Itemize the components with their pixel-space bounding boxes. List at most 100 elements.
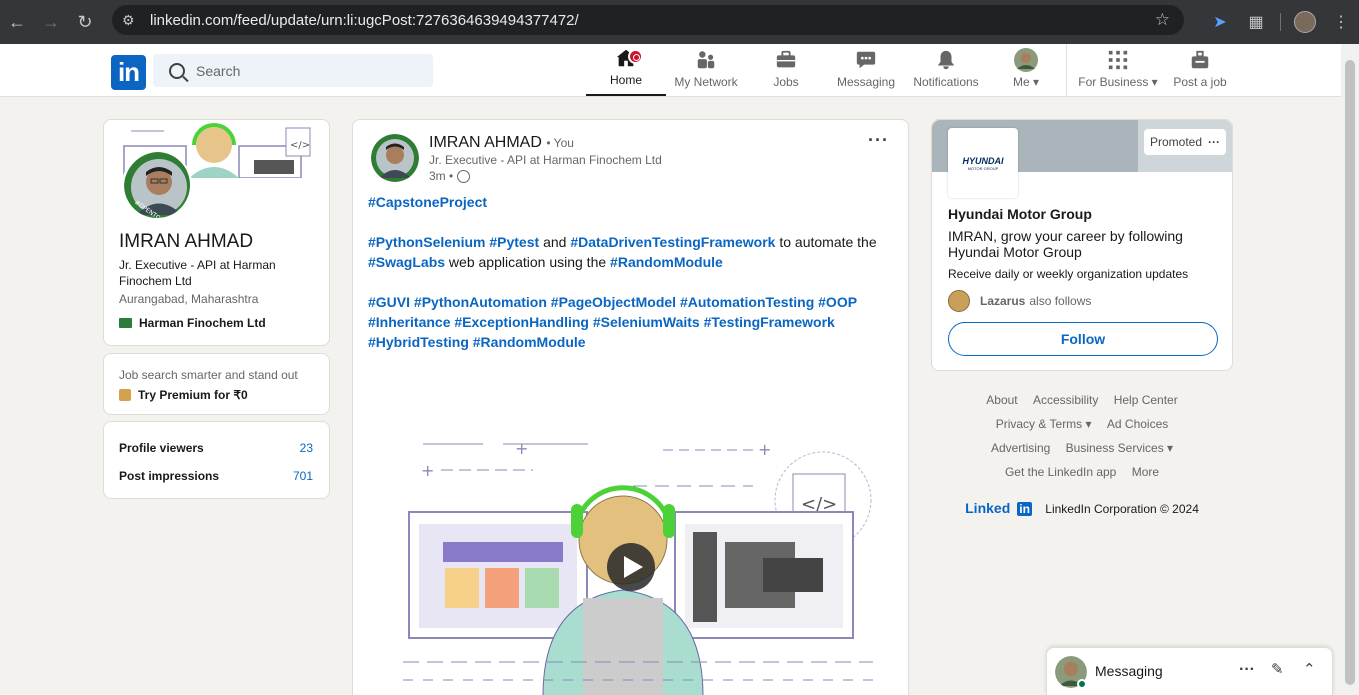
nav-home-label: Home — [609, 73, 642, 87]
ad-subtext: Receive daily or weekly organization upd… — [948, 267, 1189, 281]
address-bar[interactable]: ⚙ linkedin.com/feed/update/urn:li:ugcPos… — [112, 5, 1184, 35]
premium-prompt: Job search smarter and stand out — [119, 368, 298, 382]
reload-icon[interactable]: ↻ — [68, 5, 102, 39]
profile-photo[interactable]: #OPENTOWORK — [122, 150, 192, 220]
profile-company-name: Harman Finochem Ltd — [139, 316, 266, 330]
hashtag[interactable]: #AutomationTesting — [680, 294, 814, 310]
nav-for-business[interactable]: For Business ▾ — [1072, 44, 1164, 96]
nav-home[interactable]: Home — [586, 44, 666, 96]
profile-avatar-icon[interactable] — [1287, 4, 1323, 40]
footer-link[interactable]: Business Services ▾ — [1066, 441, 1173, 455]
hashtag[interactable]: #RandomModule — [473, 334, 586, 350]
ad-company-name[interactable]: Hyundai Motor Group — [948, 206, 1092, 222]
search-icon — [169, 62, 185, 79]
profile-viewers-stat[interactable]: Profile viewers 23 — [119, 441, 313, 455]
profile-headline: Jr. Executive - API at Harman Finochem L… — [119, 258, 276, 288]
messaging-icon — [854, 48, 878, 72]
promoted-pill[interactable]: Promoted ··· — [1144, 129, 1226, 155]
bookmark-star-icon[interactable]: ☆ — [1155, 10, 1170, 30]
nav-me[interactable]: Me ▾ — [986, 44, 1066, 96]
footer-link[interactable]: Accessibility — [1033, 393, 1098, 407]
grid-apps-icon — [1106, 48, 1130, 72]
hashtag[interactable]: #HybridTesting — [368, 334, 469, 350]
nav-jobs[interactable]: Jobs — [746, 44, 826, 96]
messaging-title[interactable]: Messaging — [1095, 663, 1163, 679]
hashtag[interactable]: #ExceptionHandling — [454, 314, 589, 330]
follow-button[interactable]: Follow — [948, 322, 1218, 356]
page-footer: About Accessibility Help Center Privacy … — [932, 388, 1232, 520]
footer-link[interactable]: Get the LinkedIn app — [1005, 465, 1116, 479]
hashtag[interactable]: #SwagLabs — [368, 254, 445, 270]
compose-icon[interactable]: ✎ — [1271, 660, 1284, 678]
post-author-name[interactable]: IMRAN AHMAD — [429, 134, 542, 151]
profile-location: Aurangabad, Maharashtra — [119, 292, 259, 306]
post-author-avatar[interactable] — [371, 134, 419, 182]
footer-link[interactable]: Help Center — [1114, 393, 1178, 407]
follower-avatar — [948, 290, 970, 312]
post-author-line: IMRAN AHMAD • You — [429, 134, 574, 152]
footer-link[interactable]: Ad Choices — [1107, 417, 1168, 431]
url-text[interactable]: linkedin.com/feed/update/urn:li:ugcPost:… — [150, 12, 579, 29]
messaging-overlay[interactable]: Messaging ··· ✎ ⌃ — [1046, 647, 1333, 695]
hashtag[interactable]: #PageObjectModel — [551, 294, 676, 310]
forward-icon[interactable]: → — [34, 5, 68, 39]
hashtag[interactable]: #RandomModule — [610, 254, 723, 270]
footer-link[interactable]: Advertising — [991, 441, 1050, 455]
svg-text:+: + — [758, 440, 771, 459]
bell-icon — [934, 48, 958, 72]
messaging-more-icon[interactable]: ··· — [1239, 661, 1255, 679]
profile-card: </> #OPENTOWORK IMRAN AHMAD Jr. Executiv… — [103, 119, 330, 346]
profile-company[interactable]: Harman Finochem Ltd — [119, 316, 266, 330]
linkedin-logo[interactable]: in — [111, 55, 146, 90]
hashtag[interactable]: #OOP — [818, 294, 857, 310]
post-more-button[interactable]: ··· — [868, 130, 889, 151]
ad-message: IMRAN, grow your career by following Hyu… — [948, 228, 1183, 260]
post-author-relation: • You — [546, 136, 574, 150]
menu-kebab-icon[interactable]: ⋮ — [1323, 4, 1359, 40]
company-logo-icon — [119, 318, 132, 328]
extensions-puzzle-icon[interactable]: ▦ — [1238, 4, 1274, 40]
linkedin-navbar: in Home My Network Jobs Messaging Notifi… — [0, 44, 1341, 97]
hyundai-logo-text: HYUNDAI — [962, 155, 1004, 166]
my-network-icon — [694, 48, 718, 72]
follower-text: also follows — [1029, 294, 1092, 308]
hashtag[interactable]: #TestingFramework — [704, 314, 835, 330]
hyundai-logo[interactable]: HYUNDAI MOTOR GROUP — [948, 128, 1018, 198]
hashtag[interactable]: #PythonAutomation — [414, 294, 547, 310]
premium-cta[interactable]: Try Premium for ₹0 — [119, 388, 248, 402]
extension-icon[interactable]: ➤ — [1202, 4, 1238, 40]
ad-more-icon[interactable]: ··· — [1208, 135, 1220, 149]
footer-link[interactable]: Privacy & Terms ▾ — [996, 417, 1092, 431]
footer-link[interactable]: More — [1132, 465, 1159, 479]
nav-messaging[interactable]: Messaging — [826, 44, 906, 96]
hashtag[interactable]: #CapstoneProject — [368, 194, 487, 210]
hashtag[interactable]: #Inheritance — [368, 314, 450, 330]
nav-notifications[interactable]: Notifications — [906, 44, 986, 96]
post-author-headline: Jr. Executive - API at Harman Finochem L… — [429, 153, 662, 167]
nav-notifications-label: Notifications — [913, 75, 979, 89]
page-scrollbar[interactable] — [1341, 44, 1359, 695]
post-text-segment: and — [543, 234, 567, 250]
hashtag[interactable]: #PythonSelenium — [368, 234, 485, 250]
profile-name[interactable]: IMRAN AHMAD — [119, 231, 253, 253]
post-video[interactable]: + + + </> — [393, 430, 893, 695]
footer-link[interactable]: About — [986, 393, 1017, 407]
post-text: #CapstoneProject #PythonSelenium #Pytest… — [368, 192, 888, 372]
hashtag[interactable]: #DataDrivenTestingFramework — [570, 234, 775, 250]
hyundai-logo-subtext: MOTOR GROUP — [967, 165, 999, 171]
nav-post-a-job-label: Post a job — [1173, 75, 1227, 89]
post-timestamp: 3m • — [429, 169, 471, 183]
search-input[interactable] — [196, 62, 416, 79]
premium-card[interactable]: Job search smarter and stand out Try Pre… — [103, 353, 330, 415]
back-icon[interactable]: ← — [0, 5, 34, 39]
nav-post-a-job[interactable]: Post a job — [1166, 44, 1234, 96]
chevron-up-icon[interactable]: ⌃ — [1303, 660, 1316, 678]
search-bar[interactable] — [153, 54, 433, 87]
browser-toolbar: ← → ↻ ⚙ linkedin.com/feed/update/urn:li:… — [0, 0, 1359, 44]
hashtag[interactable]: #Pytest — [489, 234, 539, 250]
site-settings-icon[interactable]: ⚙ — [122, 12, 142, 29]
post-impressions-stat[interactable]: Post impressions 701 — [119, 469, 313, 483]
hashtag[interactable]: #GUVI — [368, 294, 410, 310]
hashtag[interactable]: #SeleniumWaits — [593, 314, 700, 330]
nav-my-network[interactable]: My Network — [666, 44, 746, 96]
